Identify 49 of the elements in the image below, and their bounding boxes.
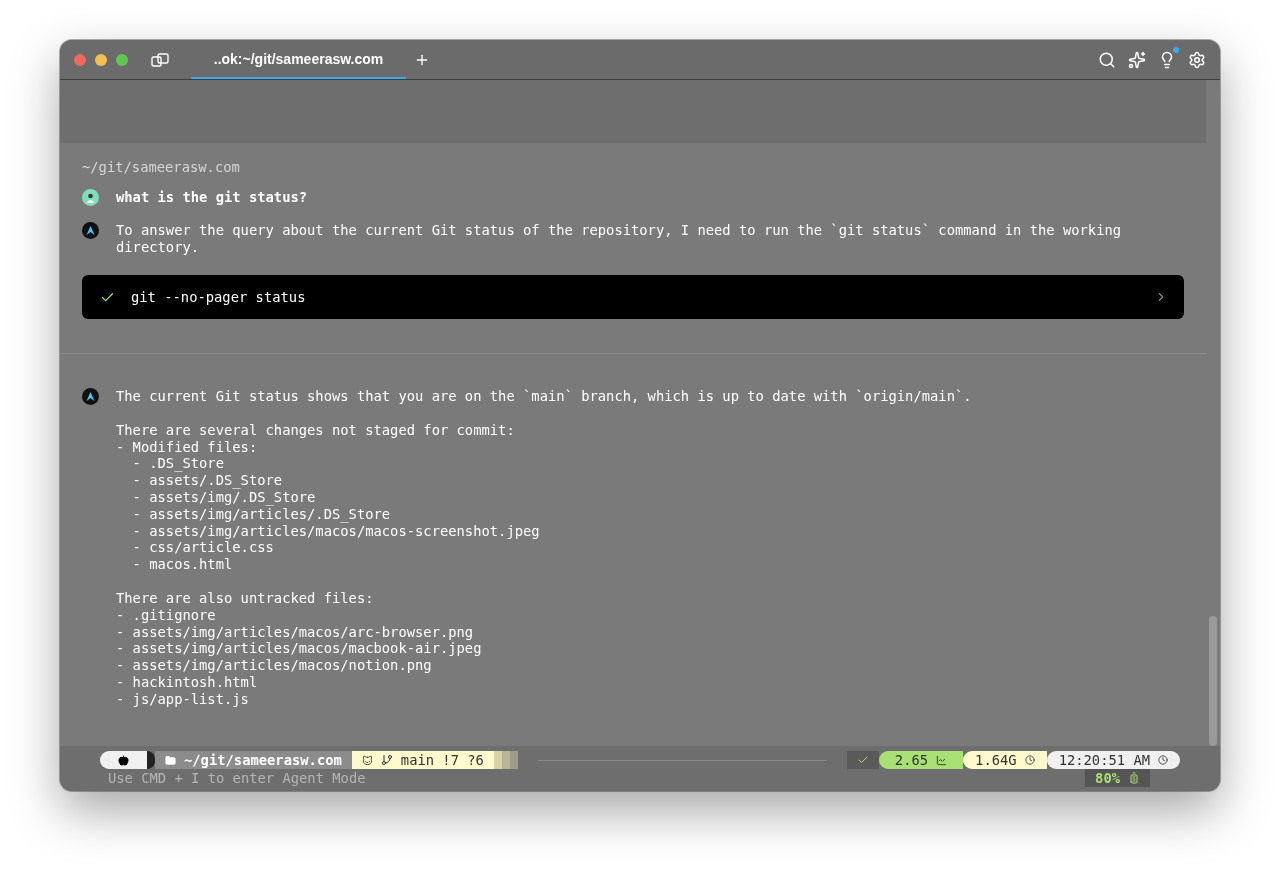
check-icon xyxy=(856,754,869,766)
response-line: - css/article.css xyxy=(131,539,275,557)
search-icon[interactable] xyxy=(1098,50,1116,69)
fade-stripes xyxy=(493,751,518,769)
load-average: 2.65 xyxy=(894,752,929,768)
battery-icon xyxy=(1128,772,1140,784)
battery-level: 80% xyxy=(1095,770,1120,786)
agent-avatar xyxy=(82,388,99,405)
response-line: - assets/.DS_Store xyxy=(131,472,284,489)
response-line: - js/app-list.js xyxy=(116,690,250,708)
agent-avatar xyxy=(82,222,99,239)
apple-icon xyxy=(118,754,129,766)
response-line: - .gitignore xyxy=(116,606,217,624)
response-line: - assets/img/articles/macos/arc-browser.png xyxy=(116,623,475,641)
segment-cap xyxy=(147,751,155,769)
folder-icon xyxy=(165,754,176,766)
user-query: what is the git status? xyxy=(116,189,308,206)
command-input[interactable]: Use CMD + I to enter Agent Mode xyxy=(100,770,1086,786)
command-prompt[interactable]: ~/git/sameerasw.com main !7 ?6 2.65 1.64G 12:20:51 AM Use CMD + I to enter Agent Mode 80% xyxy=(60,746,1220,791)
response-line: - assets/img/.DS_Store xyxy=(131,489,317,506)
response-line: There are several changes not staged for commit: xyxy=(116,421,516,439)
cat-icon xyxy=(361,754,373,766)
branch-icon xyxy=(380,754,393,766)
memory-usage: 1.64G xyxy=(975,752,1017,768)
response-line: - macos.html xyxy=(131,556,234,573)
user-avatar xyxy=(82,189,99,206)
response-line: The current Git status shows that you are on the `main` branch, which is up to date with `origin/main`. xyxy=(116,388,972,405)
response-line: - Modified files: xyxy=(116,438,259,456)
minimize-button[interactable] xyxy=(95,53,107,66)
clock-icon xyxy=(1158,755,1168,765)
sidebar-icon[interactable] xyxy=(151,52,169,67)
response-line: - hackintosh.html xyxy=(116,673,259,691)
chart-icon xyxy=(936,754,948,766)
clock-time: 12:20:51 AM xyxy=(1058,752,1150,768)
response-line: - assets/img/articles/macos/notion.png xyxy=(116,657,433,674)
response-line: - assets/img/articles/.DS_Store xyxy=(131,505,392,523)
command-block[interactable]: git --no-pager status xyxy=(82,275,1184,319)
git-status: main !7 ?6 xyxy=(400,752,484,768)
command-text: git --no-pager status xyxy=(131,289,307,305)
sparkles-icon[interactable] xyxy=(1128,50,1146,69)
response-line: - .DS_Store xyxy=(131,455,225,473)
response-line: - assets/img/articles/macos/macos-screenshot.jpeg xyxy=(131,522,541,540)
prompt-path: ~/git/sameerasw.com xyxy=(184,752,342,768)
directory-path: ~/git/sameerasw.com xyxy=(82,159,241,175)
agent-reply: To answer the query about the current Git status of the repository, I need to run the `git status` command in the working directory. xyxy=(116,222,1123,256)
scrollbar-thumb[interactable] xyxy=(1209,616,1217,746)
response-line: There are also untracked files: xyxy=(116,589,375,607)
response-line: - assets/img/articles/macos/macbook-air.jpeg xyxy=(116,640,483,658)
settings-icon[interactable] xyxy=(1188,50,1206,69)
